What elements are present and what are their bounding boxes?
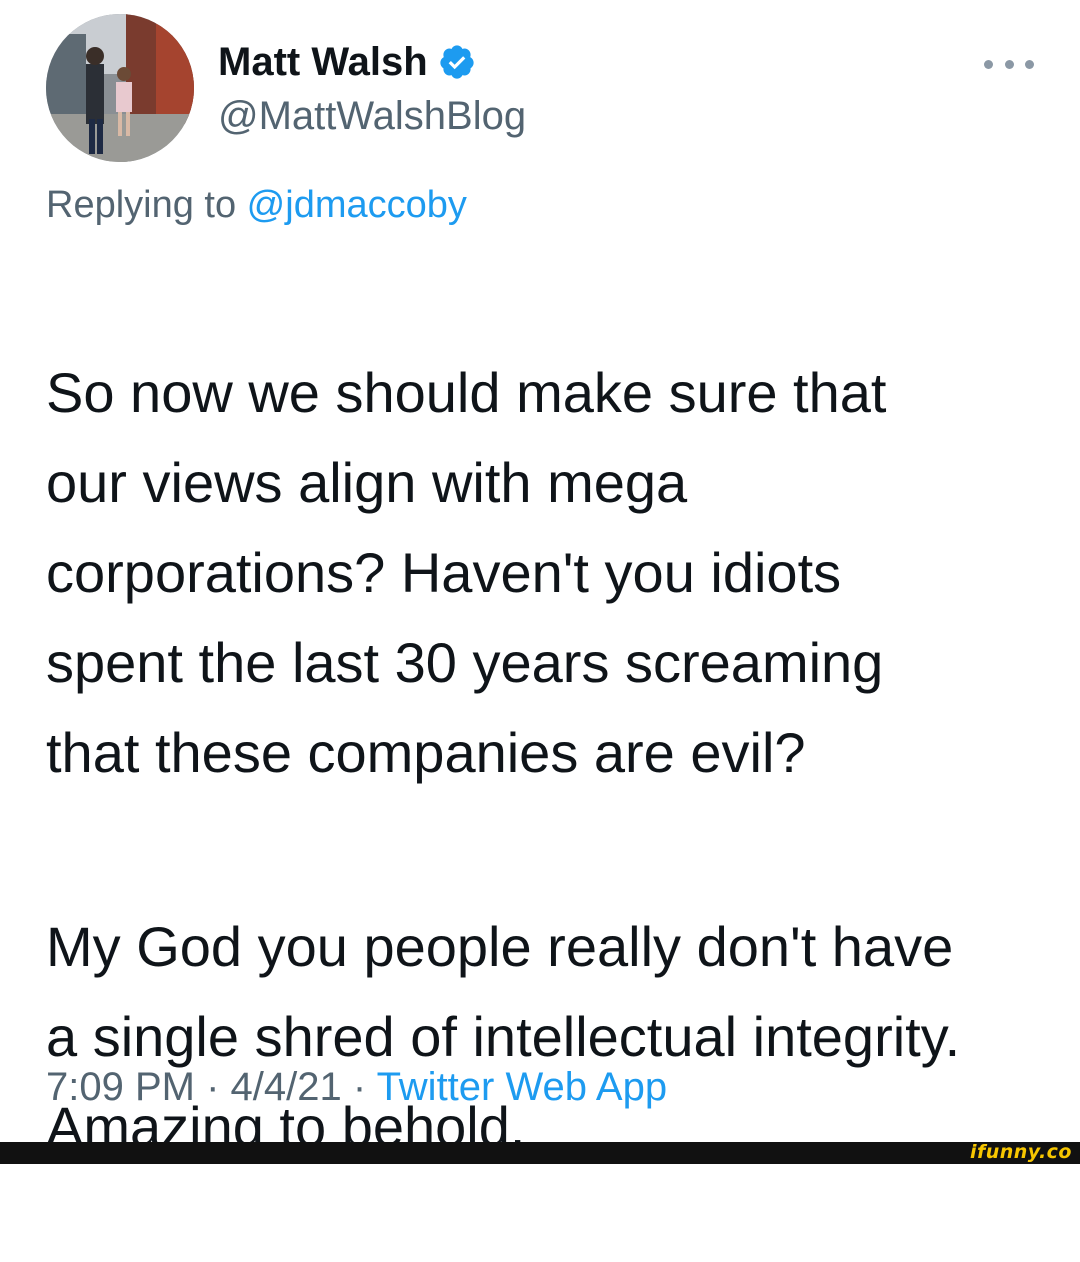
footer-bar (0, 1142, 1080, 1164)
replying-to-handle-link[interactable]: @jdmaccoby (247, 184, 467, 226)
avatar-photo-icon (46, 14, 194, 162)
author-name-row[interactable]: Matt Walsh (218, 36, 526, 88)
ifunny-watermark: ifunny.co (969, 1141, 1072, 1163)
dot (984, 59, 993, 69)
author-avatar[interactable] (46, 14, 194, 162)
meta-separator: · (341, 1065, 377, 1109)
tweet-paragraph: So now we should make sure that our view… (46, 361, 887, 784)
dot (1004, 59, 1014, 69)
author-info: Matt Walsh @MattWalshBlog (218, 36, 526, 142)
replying-to-line: Replying to @jdmaccoby (46, 180, 467, 230)
more-dots-icon[interactable] (984, 52, 1034, 76)
tweet-time[interactable]: 7:09 PM (46, 1065, 195, 1109)
replying-to-prefix: Replying to (46, 184, 247, 226)
dot (1025, 59, 1034, 69)
verified-badge-icon (440, 45, 474, 79)
tweet-card: Matt Walsh @MattWalshBlog Replying to @j… (0, 0, 1080, 1158)
author-display-name[interactable]: Matt Walsh (218, 36, 428, 88)
tweet-metadata: 7:09 PM · 4/4/21 · Twitter Web App (46, 1060, 667, 1114)
meta-separator: · (194, 1065, 231, 1109)
tweet-paragraph: My God you people really don't have a si… (46, 915, 961, 1158)
tweet-source-link[interactable]: Twitter Web App (377, 1065, 668, 1109)
author-handle[interactable]: @MattWalshBlog (218, 90, 526, 142)
tweet-date[interactable]: 4/4/21 (231, 1065, 342, 1109)
